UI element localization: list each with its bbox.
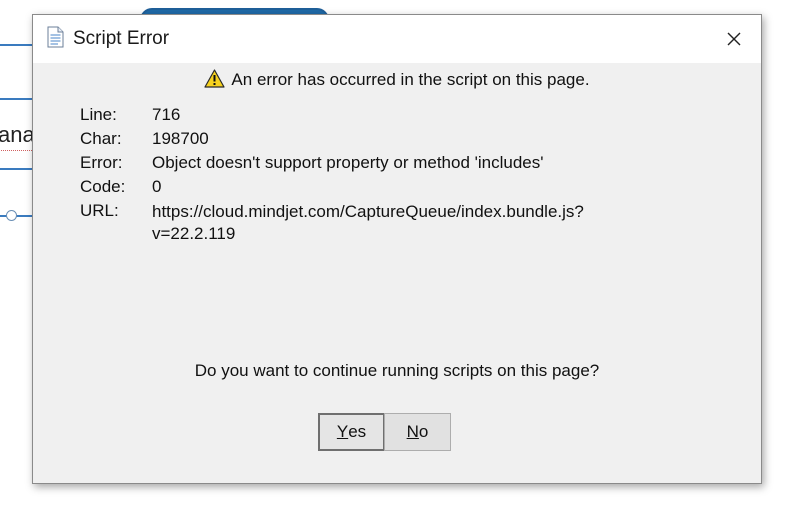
close-icon (727, 32, 741, 46)
close-button[interactable] (717, 23, 751, 55)
dialog-title: Script Error (73, 28, 170, 49)
detail-value: Object doesn't support property or metho… (152, 153, 544, 172)
url-value-line1: https://cloud.mindjet.com/CaptureQueue/i… (152, 202, 584, 221)
script-error-dialog: Script Error An error has occurred in th… (32, 14, 762, 484)
background-topic-text: ana (0, 122, 35, 147)
yes-label-rest: es (348, 422, 367, 441)
document-icon (47, 26, 64, 48)
detail-label: URL: (80, 201, 119, 220)
yes-button[interactable]: Yes (318, 413, 385, 451)
detail-label: Line: (80, 105, 117, 124)
screen: ana Script Error An error has occurred i… (0, 0, 800, 516)
dialog-titlebar[interactable]: Script Error (33, 15, 761, 63)
no-mnemonic: N (406, 422, 419, 441)
continue-question: Do you want to continue running scripts … (194, 361, 600, 380)
detail-value: 0 (152, 177, 162, 196)
connector-handle[interactable] (6, 210, 17, 221)
detail-value: 716 (152, 105, 181, 124)
warning-icon (204, 69, 226, 88)
error-header: An error has occurred in the script on t… (33, 69, 761, 90)
detail-label: Char: (80, 129, 122, 148)
error-header-text: An error has occurred in the script on t… (231, 70, 590, 89)
no-button[interactable]: No (384, 413, 451, 451)
yes-mnemonic: Y (336, 422, 349, 441)
url-value-line2: v=22.2.119 (152, 224, 236, 243)
detail-label: Error: (80, 153, 123, 172)
url-value: https://cloud.mindjet.com/CaptureQueue/i… (152, 201, 584, 245)
detail-label: Code: (80, 177, 126, 196)
detail-value: 198700 (152, 129, 209, 148)
no-label-rest: o (418, 422, 429, 441)
